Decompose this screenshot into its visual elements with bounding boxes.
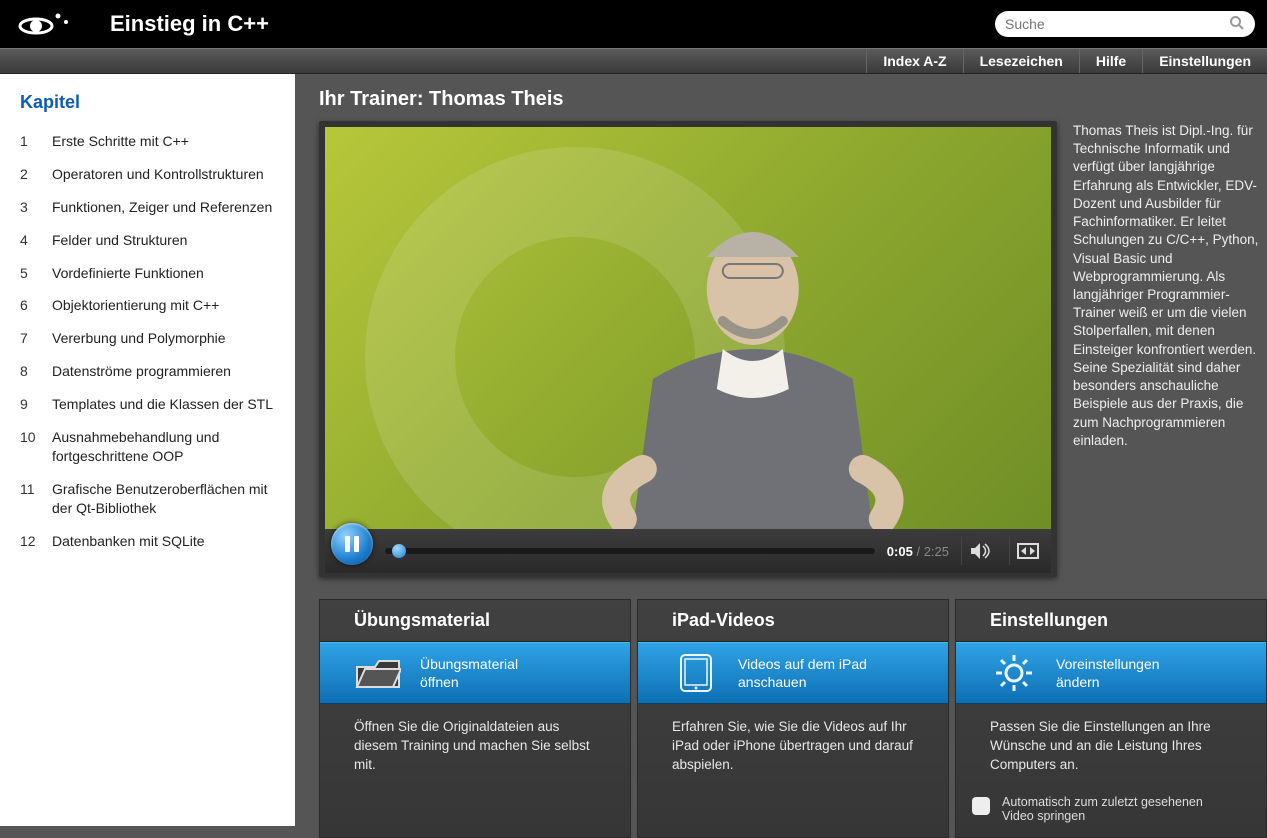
top-bar: Einstieg in C++: [0, 0, 1267, 48]
card-settings: Einstellungen Voreinstellungen ändern Pa…: [955, 599, 1267, 838]
nav-settings[interactable]: Einstellungen: [1142, 49, 1267, 73]
chapter-item[interactable]: 4 Felder und Strukturen: [20, 224, 275, 257]
chapter-title: Objektorientierung mit C++: [52, 296, 219, 315]
chapter-number: 12: [20, 532, 40, 551]
chapter-title: Vererbung und Polymorphie: [52, 329, 226, 348]
volume-button[interactable]: [961, 537, 997, 565]
nav-index[interactable]: Index A-Z: [866, 49, 962, 73]
chapter-number: 2: [20, 165, 40, 184]
card-action-l2: anschauen: [738, 673, 867, 691]
app-title: Einstieg in C++: [90, 11, 977, 37]
card-action-l1: Videos auf dem iPad: [738, 655, 867, 673]
card-title: Übungsmaterial: [320, 600, 630, 642]
search-input[interactable]: [1005, 16, 1229, 32]
chapter-item[interactable]: 2 Operatoren und Kontrollstrukturen: [20, 158, 275, 191]
trainer-bio: Thomas Theis ist Dipl.-Ing. für Technisc…: [1073, 88, 1259, 577]
chapter-title: Funktionen, Zeiger und Referenzen: [52, 198, 272, 217]
chapter-title: Datenbanken mit SQLite: [52, 532, 205, 551]
chapter-title: Ausnahmebehandlung und fortgeschrittene …: [52, 428, 275, 466]
chapter-number: 5: [20, 264, 40, 283]
chapter-number: 1: [20, 132, 40, 151]
chapter-item[interactable]: 10 Ausnahmebehandlung und fortgeschritten…: [20, 421, 275, 473]
folder-icon: [354, 653, 402, 693]
video-progress-slider[interactable]: [385, 548, 875, 554]
chapter-number: 3: [20, 198, 40, 217]
video-surface[interactable]: [325, 127, 1051, 529]
card-action-l1: Voreinstellungen: [1056, 655, 1160, 673]
card-title: Einstellungen: [956, 600, 1266, 642]
trainer-image: [573, 169, 933, 529]
chapter-title: Datenströme programmieren: [52, 362, 231, 381]
main-area: Ihr Trainer: Thomas Theis: [295, 74, 1267, 826]
card-desc: Erfahren Sie, wie Sie die Videos auf Ihr…: [638, 704, 948, 789]
card-title: iPad-Videos: [638, 600, 948, 642]
checkbox[interactable]: [972, 797, 990, 815]
card-action-l2: ändern: [1056, 673, 1160, 691]
chapter-title: Vordefinierte Funktionen: [52, 264, 204, 283]
search-icon[interactable]: [1229, 15, 1245, 34]
page-title: Ihr Trainer: Thomas Theis: [319, 88, 1057, 111]
pause-icon: [345, 536, 359, 552]
card-action-l1: Übungsmaterial: [420, 655, 518, 673]
chapter-item[interactable]: 7 Vererbung und Polymorphie: [20, 322, 275, 355]
nav-bookmarks[interactable]: Lesezeichen: [963, 49, 1079, 73]
nav-bar: Index A-Z Lesezeichen Hilfe Einstellunge…: [0, 48, 1267, 74]
publisher-logo-icon: [12, 10, 72, 38]
chapter-number: 4: [20, 231, 40, 250]
sidebar: Kapitel 1 Erste Schritte mit C++ 2 Operator…: [0, 74, 295, 826]
checkbox-label: Automatisch zum zuletzt gesehenen Video …: [1002, 795, 1232, 823]
card-desc: Passen Sie die Einstellungen an Ihre Wün…: [956, 704, 1266, 789]
video-player: 0:05 / 2:25: [319, 121, 1057, 577]
play-pause-button[interactable]: [331, 523, 373, 565]
gear-icon: [990, 653, 1038, 693]
chapter-number: 7: [20, 329, 40, 348]
progress-knob[interactable]: [392, 544, 406, 558]
card-action-l2: öffnen: [420, 673, 518, 691]
chapter-number: 6: [20, 296, 40, 315]
chapter-item[interactable]: 1 Erste Schritte mit C++: [20, 125, 275, 158]
video-duration: 2:25: [924, 544, 949, 559]
chapter-number: 8: [20, 362, 40, 381]
chapter-item[interactable]: 8 Datenströme programmieren: [20, 355, 275, 388]
chapter-item[interactable]: 9 Templates und die Klassen der STL: [20, 388, 275, 421]
card-ipad: iPad-Videos Videos auf dem iPad anschaue…: [637, 599, 949, 838]
sidebar-title: Kapitel: [20, 92, 275, 113]
chapter-title: Erste Schritte mit C++: [52, 132, 189, 151]
chapter-item[interactable]: 11 Grafische Benutzeroberflächen mit der …: [20, 473, 275, 525]
chapter-number: 11: [20, 480, 40, 518]
chapter-title: Templates und die Klassen der STL: [52, 395, 273, 414]
chapter-number: 9: [20, 395, 40, 414]
tablet-icon: [672, 653, 720, 693]
search-box[interactable]: [995, 11, 1255, 37]
card-materials: Übungsmaterial Übungsmaterial öffnen Öff…: [319, 599, 631, 838]
chapter-title: Felder und Strukturen: [52, 231, 187, 250]
chapter-item[interactable]: 5 Vordefinierte Funktionen: [20, 257, 275, 290]
chapter-item[interactable]: 3 Funktionen, Zeiger und Referenzen: [20, 191, 275, 224]
chapter-number: 10: [20, 428, 40, 466]
ipad-videos-button[interactable]: Videos auf dem iPad anschauen: [638, 642, 948, 704]
chapter-item[interactable]: 12 Datenbanken mit SQLite: [20, 525, 275, 558]
video-time: 0:05 / 2:25: [887, 544, 949, 559]
fullscreen-button[interactable]: [1009, 537, 1045, 565]
open-materials-button[interactable]: Übungsmaterial öffnen: [320, 642, 630, 704]
chapter-title: Operatoren und Kontrollstrukturen: [52, 165, 264, 184]
chapter-item[interactable]: 6 Objektorientierung mit C++: [20, 289, 275, 322]
video-controls: 0:05 / 2:25: [325, 529, 1051, 573]
chapter-title: Grafische Benutzeroberflächen mit der Qt…: [52, 480, 275, 518]
video-elapsed: 0:05: [887, 544, 913, 559]
change-prefs-button[interactable]: Voreinstellungen ändern: [956, 642, 1266, 704]
card-desc: Öffnen Sie die Originaldateien aus diese…: [320, 704, 630, 789]
cards-row: Übungsmaterial Übungsmaterial öffnen Öff…: [295, 599, 1267, 838]
auto-jump-checkbox-row[interactable]: Automatisch zum zuletzt gesehenen Video …: [956, 789, 1266, 837]
nav-help[interactable]: Hilfe: [1079, 49, 1142, 73]
